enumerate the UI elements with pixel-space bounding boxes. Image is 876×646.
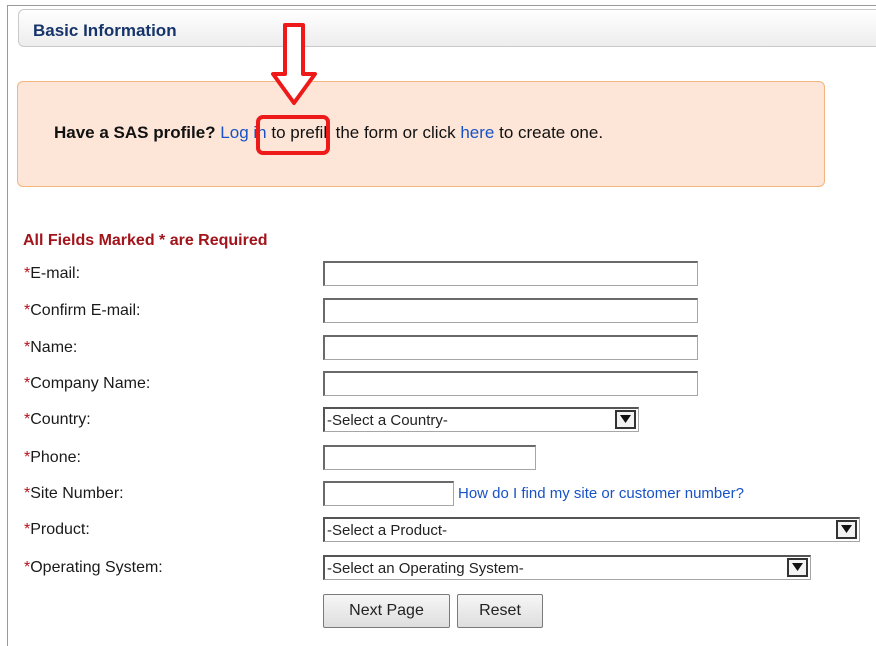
email-label: *E-mail: <box>24 265 81 282</box>
confirm-email-field[interactable] <box>323 298 698 323</box>
form-row-product: *Product: -Select a Product- <box>0 515 876 545</box>
site-number-field[interactable] <box>323 481 454 506</box>
company-name-field[interactable] <box>323 371 698 396</box>
site-number-label: *Site Number: <box>24 485 124 502</box>
site-number-help-link[interactable]: How do I find my site or customer number… <box>458 485 744 502</box>
name-label: *Name: <box>24 339 78 356</box>
form-row-phone: *Phone: <box>0 443 876 473</box>
create-profile-link[interactable]: here <box>460 123 494 142</box>
country-select-value: -Select a Country- <box>327 412 448 429</box>
operating-system-label: *Operating System: <box>24 559 163 576</box>
product-select-value: -Select a Product- <box>327 522 448 539</box>
form-row-site-number: *Site Number: How do I find my site or c… <box>0 479 876 509</box>
sas-profile-notice: Have a SAS profile? Log in to prefill th… <box>17 81 825 187</box>
reset-button[interactable]: Reset <box>457 594 543 628</box>
form-row-email: *E-mail: <box>0 259 876 289</box>
phone-label: *Phone: <box>24 449 81 466</box>
operating-system-select-value: -Select an Operating System- <box>327 560 524 577</box>
form-row-country: *Country: -Select a Country- <box>0 405 876 435</box>
country-label: *Country: <box>24 411 91 428</box>
confirm-email-label: *Confirm E-mail: <box>24 302 141 319</box>
form-row-name: *Name: <box>0 333 876 363</box>
product-label: *Product: <box>24 521 90 538</box>
required-fields-note: All Fields Marked * are Required <box>23 232 268 249</box>
form-row-operating-system: *Operating System: -Select an Operating … <box>0 553 876 583</box>
email-field[interactable] <box>323 261 698 286</box>
login-highlight-box <box>256 115 330 155</box>
name-field[interactable] <box>323 335 698 360</box>
chevron-down-icon[interactable] <box>787 558 808 577</box>
chevron-down-icon[interactable] <box>615 410 636 429</box>
section-title: Basic Information <box>33 21 177 40</box>
country-select[interactable]: -Select a Country- <box>323 407 639 432</box>
chevron-down-icon[interactable] <box>836 520 857 539</box>
product-select[interactable]: -Select a Product- <box>323 517 860 542</box>
next-page-button[interactable]: Next Page <box>323 594 450 628</box>
notice-tail: to create one. <box>499 123 604 142</box>
down-arrow-icon <box>271 23 317 105</box>
form-row-confirm-email: *Confirm E-mail: <box>0 296 876 326</box>
operating-system-select[interactable]: -Select an Operating System- <box>323 555 811 580</box>
section-header: Basic Information <box>18 9 876 47</box>
company-name-label: *Company Name: <box>24 375 151 392</box>
form-row-company: *Company Name: <box>0 369 876 399</box>
notice-lead: Have a SAS profile? <box>54 123 216 142</box>
phone-field[interactable] <box>323 445 536 470</box>
